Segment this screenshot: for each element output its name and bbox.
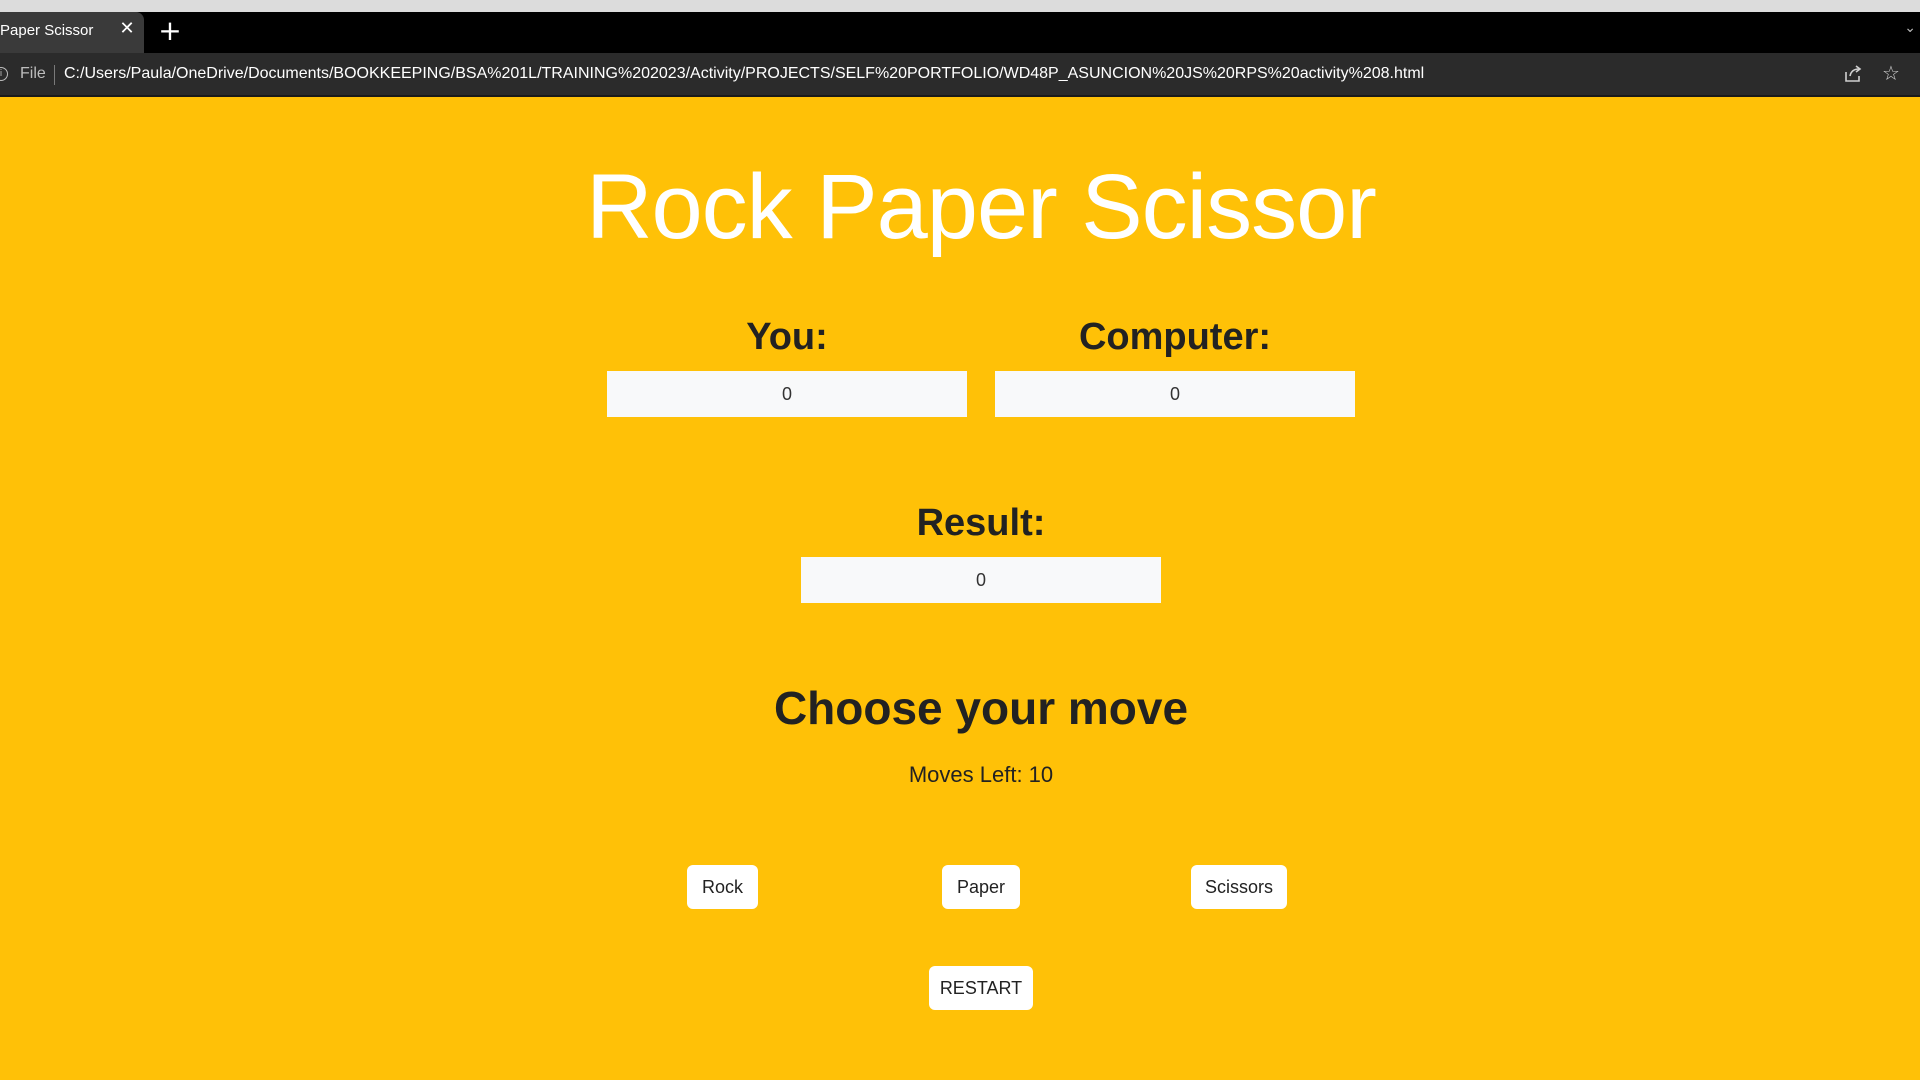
player-label: You: — [746, 316, 828, 358]
info-icon[interactable]: i — [0, 67, 8, 81]
scissors-button[interactable]: Scissors — [1191, 865, 1287, 909]
result-panel: Result: 0 — [801, 497, 1161, 603]
result-label: Result: — [916, 502, 1046, 544]
player-score-panel: You: 0 — [607, 311, 967, 417]
star-icon[interactable]: ☆ — [1880, 62, 1902, 84]
file-label: File — [20, 65, 46, 82]
window-top-strip — [0, 0, 1920, 12]
page-content: Rock Paper Scissor You: 0 Computer: 0 Re… — [0, 97, 1920, 1080]
computer-score-panel: Computer: 0 — [995, 311, 1355, 417]
page-title: Rock Paper Scissor — [586, 156, 1377, 258]
paper-button[interactable]: Paper — [942, 865, 1020, 909]
address-bar[interactable]: i File C:/Users/Paula/OneDrive/Documents… — [0, 53, 1920, 97]
rock-button[interactable]: Rock — [687, 865, 758, 909]
restart-button[interactable]: RESTART — [929, 966, 1033, 1010]
computer-score-field: 0 — [995, 371, 1355, 417]
player-score-field: 0 — [607, 371, 967, 417]
browser-tab[interactable]: Paper Scissor ✕ — [0, 12, 144, 53]
address-divider — [54, 65, 55, 85]
result-field: 0 — [801, 557, 1161, 603]
new-tab-icon[interactable]: + — [158, 17, 182, 45]
share-icon[interactable] — [1842, 63, 1864, 85]
moves-left-counter: Moves Left: 10 — [908, 762, 1054, 787]
chevron-down-icon[interactable]: ⌄ — [1904, 20, 1916, 36]
tab-bar: Paper Scissor ✕ + ⌄ — [0, 12, 1920, 53]
computer-label: Computer: — [1078, 316, 1272, 358]
url-text[interactable]: C:/Users/Paula/OneDrive/Documents/BOOKKE… — [64, 65, 1424, 83]
close-icon[interactable]: ✕ — [118, 20, 136, 38]
choose-move-heading: Choose your move — [773, 682, 1189, 734]
tab-title: Paper Scissor — [0, 22, 94, 39]
